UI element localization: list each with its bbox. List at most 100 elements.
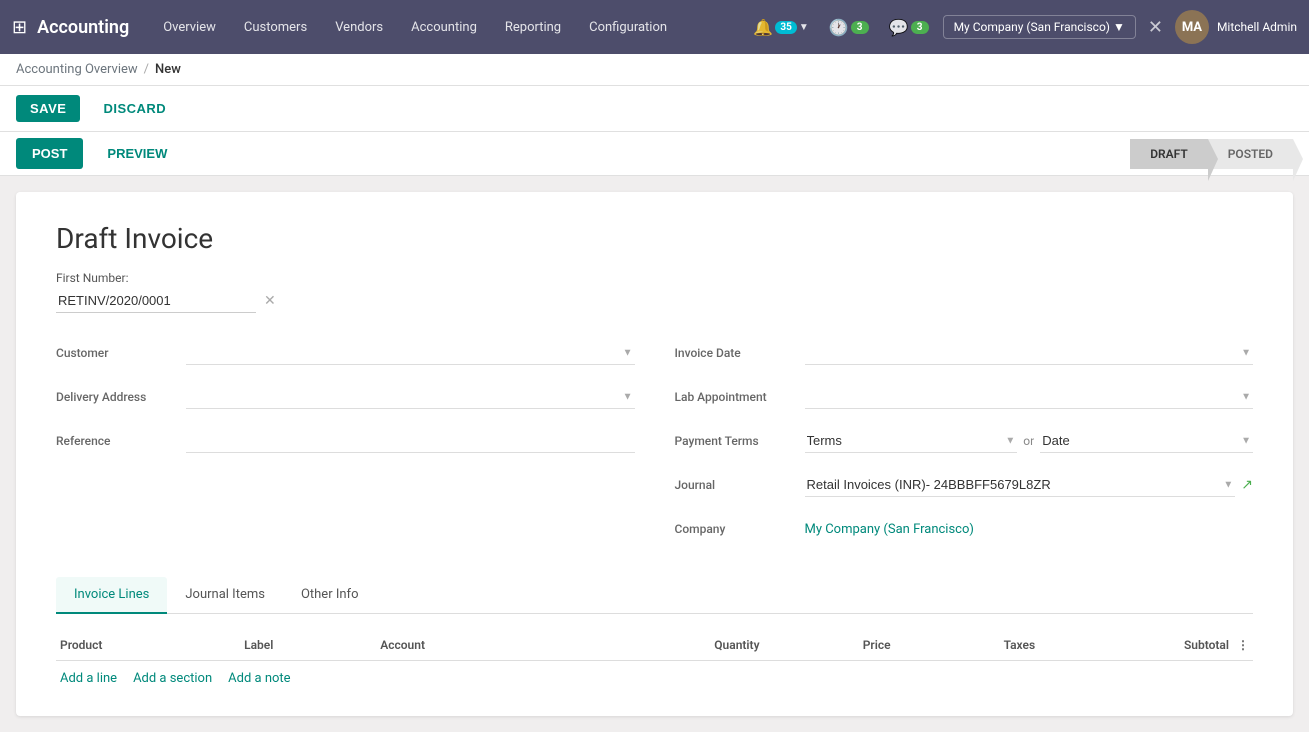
journal-select[interactable]: Retail Invoices (INR)- 24BBBFF5679L8ZR — [805, 473, 1236, 497]
delivery-address-label: Delivery Address — [56, 390, 186, 404]
invoice-date-row: Invoice Date ▼ — [675, 337, 1254, 369]
company-field: My Company (San Francisco) — [805, 522, 1254, 537]
breadcrumb-current: New — [155, 62, 181, 77]
delivery-address-row: Delivery Address ▼ — [56, 381, 635, 413]
bell-badge: 35 — [775, 21, 796, 34]
col-price: Price — [764, 630, 895, 661]
breadcrumb: Accounting Overview / New — [0, 54, 1309, 86]
col-taxes: Taxes — [895, 630, 1040, 661]
journal-field: Retail Invoices (INR)- 24BBBFF5679L8ZR ▼… — [805, 473, 1254, 497]
lab-appointment-label: Lab Appointment — [675, 390, 805, 404]
chat-icon[interactable]: 💬 3 — [883, 14, 935, 41]
menu-item-customers[interactable]: Customers — [230, 0, 321, 54]
stage-posted[interactable]: POSTED — [1208, 139, 1293, 169]
customer-select[interactable] — [186, 341, 635, 365]
col-subtotal: Subtotal — [1039, 630, 1233, 661]
or-text: or — [1023, 434, 1034, 448]
close-icon[interactable]: ✕ — [1144, 17, 1167, 38]
top-nav: ⊞ Accounting Overview Customers Vendors … — [0, 0, 1309, 54]
customer-row: Customer ▼ — [56, 337, 635, 369]
reference-row: Reference — [56, 425, 635, 457]
username-label: Mitchell Admin — [1217, 20, 1297, 34]
payment-terms-field: Terms ▼ or Date ▼ — [805, 429, 1254, 453]
tab-invoice-lines[interactable]: Invoice Lines — [56, 577, 167, 614]
company-row: Company My Company (San Francisco) — [675, 513, 1254, 545]
date-select-wrap: Date ▼ — [1040, 429, 1253, 453]
reference-label: Reference — [56, 434, 186, 448]
main-content: Draft Invoice First Number: ✕ Customer ▼ — [0, 176, 1309, 732]
bell-icon: 🔔 — [753, 18, 773, 37]
user-avatar[interactable]: MA — [1175, 10, 1209, 44]
save-button[interactable]: SAVE — [16, 95, 80, 122]
lab-appointment-select[interactable] — [805, 385, 1254, 409]
company-name: My Company (San Francisco) — [954, 20, 1110, 34]
topnav-right: 🔔 35 ▼ 🕐 3 💬 3 My Company (San Francisco… — [747, 10, 1297, 44]
reference-input[interactable] — [186, 429, 635, 453]
invoice-date-field: ▼ — [805, 341, 1254, 365]
add-note-link[interactable]: Add a note — [228, 671, 290, 686]
menu-item-accounting[interactable]: Accounting — [397, 0, 491, 54]
col-settings: ⋮ — [1233, 630, 1253, 661]
payment-terms-row: Payment Terms Terms ▼ or Date — [675, 425, 1254, 457]
customer-field: ▼ — [186, 341, 635, 365]
journal-external-link-icon[interactable]: ↗ — [1241, 477, 1253, 493]
journal-row: Journal Retail Invoices (INR)- 24BBBFF56… — [675, 469, 1254, 501]
invoice-date-select[interactable] — [805, 341, 1254, 365]
form-card: Draft Invoice First Number: ✕ Customer ▼ — [16, 192, 1293, 716]
tab-other-info[interactable]: Other Info — [283, 577, 377, 614]
col-quantity: Quantity — [569, 630, 764, 661]
company-label: Company — [675, 522, 805, 536]
invoice-date-label: Invoice Date — [675, 346, 805, 360]
table-actions: Add a line Add a section Add a note — [56, 661, 1253, 696]
chat-badge: 3 — [911, 21, 929, 34]
stage-draft[interactable]: DRAFT — [1130, 139, 1208, 169]
status-stages: DRAFT POSTED — [1130, 139, 1293, 169]
activity-icon[interactable]: 🕐 3 — [823, 14, 875, 41]
clock-icon: 🕐 — [829, 18, 849, 37]
breadcrumb-parent-link[interactable]: Accounting Overview — [16, 62, 138, 77]
company-link[interactable]: My Company (San Francisco) — [805, 522, 974, 537]
form-columns: Customer ▼ Delivery Address ▼ — [56, 337, 1253, 557]
page-title: Draft Invoice — [56, 222, 1253, 255]
terms-select-wrap: Terms ▼ — [805, 429, 1018, 453]
tab-journal-items[interactable]: Journal Items — [167, 577, 283, 614]
action-bar: SAVE DISCARD — [0, 86, 1309, 132]
delivery-address-field: ▼ — [186, 385, 635, 409]
payment-terms-label: Payment Terms — [675, 434, 805, 448]
preview-button[interactable]: PREVIEW — [91, 138, 183, 169]
menu-item-reporting[interactable]: Reporting — [491, 0, 575, 54]
tabs-bar: Invoice Lines Journal Items Other Info — [56, 577, 1253, 614]
notification-bell[interactable]: 🔔 35 ▼ — [747, 14, 814, 41]
post-button[interactable]: POST — [16, 138, 83, 169]
table-settings-icon[interactable]: ⋮ — [1237, 638, 1249, 652]
journal-select-wrap: Retail Invoices (INR)- 24BBBFF5679L8ZR ▼ — [805, 473, 1236, 497]
terms-select[interactable]: Terms — [805, 429, 1018, 453]
first-number-wrap: ✕ — [56, 289, 1253, 313]
first-number-clear-icon[interactable]: ✕ — [264, 293, 276, 309]
reference-field — [186, 429, 635, 453]
delivery-address-select[interactable] — [186, 385, 635, 409]
company-dropdown-icon: ▼ — [1113, 20, 1125, 34]
breadcrumb-separator: / — [144, 62, 149, 77]
date-select[interactable]: Date — [1040, 429, 1253, 453]
lab-appointment-row: Lab Appointment ▼ — [675, 381, 1254, 413]
first-number-input[interactable] — [56, 289, 256, 313]
invoice-table: Product Label Account Quantity Price Tax… — [56, 630, 1253, 661]
main-menu: Overview Customers Vendors Accounting Re… — [149, 0, 747, 54]
app-brand: Accounting — [37, 17, 129, 38]
col-product: Product — [56, 630, 240, 661]
form-left-col: Customer ▼ Delivery Address ▼ — [56, 337, 635, 557]
activity-badge: 3 — [851, 21, 869, 34]
menu-item-configuration[interactable]: Configuration — [575, 0, 681, 54]
grid-icon[interactable]: ⊞ — [12, 17, 27, 38]
menu-item-overview[interactable]: Overview — [149, 0, 230, 54]
add-line-link[interactable]: Add a line — [60, 671, 117, 686]
company-switcher[interactable]: My Company (San Francisco) ▼ — [943, 15, 1136, 39]
menu-item-vendors[interactable]: Vendors — [321, 0, 397, 54]
discard-button[interactable]: DISCARD — [88, 94, 181, 123]
first-number-label: First Number: — [56, 271, 1253, 285]
status-bar: POST PREVIEW DRAFT POSTED — [0, 132, 1309, 176]
message-icon: 💬 — [889, 18, 909, 37]
form-right-col: Invoice Date ▼ Lab Appointment ▼ — [675, 337, 1254, 557]
add-section-link[interactable]: Add a section — [133, 671, 212, 686]
